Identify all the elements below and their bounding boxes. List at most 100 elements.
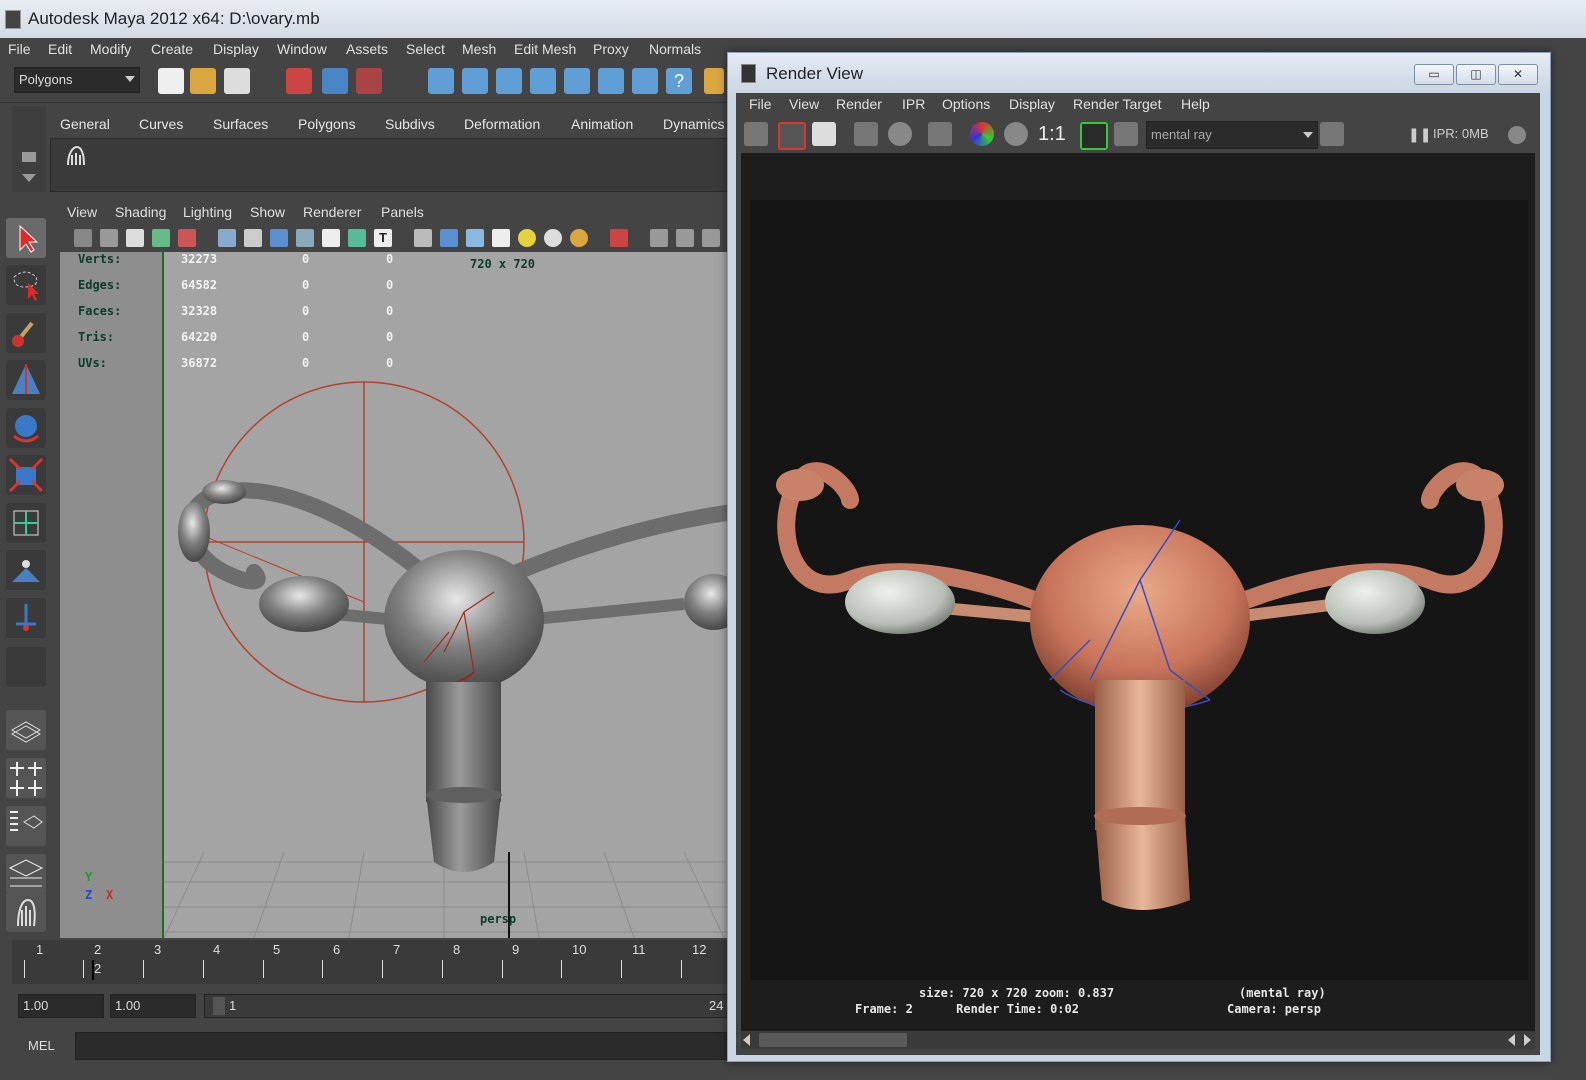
field-chart-icon[interactable]	[322, 229, 340, 247]
range-slider-bar[interactable]: 1 24	[204, 994, 734, 1018]
wireframe-icon[interactable]	[414, 229, 432, 247]
pause-icon[interactable]: ❚❚	[1408, 126, 1431, 143]
mel-label[interactable]: MEL	[28, 1038, 55, 1053]
single-pane-layout-icon[interactable]	[6, 710, 46, 750]
real-size-label[interactable]: 1:1	[1038, 123, 1066, 146]
render-region-icon[interactable]	[778, 122, 806, 150]
persp-graph-layout-icon[interactable]	[6, 854, 46, 894]
render-view-titlebar[interactable]: Render View ▭ ◫ ✕	[728, 53, 1550, 93]
safe-action-icon[interactable]	[348, 229, 366, 247]
snap-plane-icon[interactable]	[530, 68, 556, 94]
menu-create[interactable]: Create	[151, 41, 193, 57]
minimize-button[interactable]: ▭	[1414, 64, 1454, 85]
start-time-field[interactable]: 1.00	[18, 994, 104, 1018]
render-view-scrollbar[interactable]	[741, 1031, 1535, 1049]
lock-icon[interactable]	[704, 68, 724, 94]
render-view-canvas[interactable]: size: 720 x 720 zoom: 0.837 (mental ray)…	[741, 153, 1535, 1031]
smooth-shade-icon[interactable]	[440, 229, 458, 247]
menu-edit-mesh[interactable]: Edit Mesh	[514, 41, 576, 57]
panel-menu-lighting[interactable]: Lighting	[183, 204, 232, 220]
panel-menu-panels[interactable]: Panels	[381, 204, 424, 220]
menu-set-dropdown[interactable]: Polygons	[14, 67, 140, 93]
select-component-icon[interactable]	[356, 68, 382, 94]
shelf-menu-icon[interactable]	[22, 152, 36, 162]
persp-viewport[interactable]: Verts: 32273 0 0 Edges: 64582 0 0 Faces:…	[60, 252, 732, 938]
scale-tool-icon[interactable]	[6, 455, 46, 495]
rv-menu-options[interactable]: Options	[942, 96, 990, 112]
four-pane-layout-icon[interactable]	[6, 758, 46, 798]
menu-assets[interactable]: Assets	[346, 41, 388, 57]
wireframe-on-shaded-icon[interactable]	[466, 229, 484, 247]
bookmark-icon[interactable]	[100, 229, 118, 247]
shelf-collapse-icon[interactable]	[22, 174, 36, 182]
close-button[interactable]: ✕	[1498, 64, 1538, 85]
shadows-icon[interactable]	[570, 229, 588, 247]
renderer-dropdown[interactable]: mental ray	[1146, 121, 1318, 149]
new-scene-icon[interactable]	[158, 68, 184, 94]
menu-edit[interactable]: Edit	[48, 41, 72, 57]
range-slider-handle[interactable]	[213, 997, 225, 1015]
xray-icon[interactable]	[650, 229, 668, 247]
keep-image-icon[interactable]	[1080, 122, 1108, 150]
scroll-left-end-icon[interactable]	[1508, 1034, 1515, 1046]
resolution-gate-icon[interactable]	[270, 229, 288, 247]
open-scene-icon[interactable]	[190, 68, 216, 94]
mel-input[interactable]	[75, 1032, 737, 1060]
select-object-icon[interactable]	[322, 68, 348, 94]
menu-file[interactable]: File	[8, 41, 31, 57]
snap-curve-icon[interactable]	[462, 68, 488, 94]
save-scene-icon[interactable]	[224, 68, 250, 94]
menu-normals[interactable]: Normals	[649, 41, 701, 57]
panel-menu-view[interactable]: View	[67, 204, 97, 220]
xray-joints-icon[interactable]	[676, 229, 694, 247]
rv-menu-render-target[interactable]: Render Target	[1073, 96, 1161, 112]
menu-proxy[interactable]: Proxy	[593, 41, 629, 57]
tab-general[interactable]: General	[60, 116, 110, 132]
menu-display[interactable]: Display	[213, 41, 259, 57]
rv-menu-help[interactable]: Help	[1181, 96, 1210, 112]
isolate-select-icon[interactable]	[610, 229, 628, 247]
universal-manipulator-icon[interactable]	[6, 503, 46, 543]
snapshot-icon[interactable]	[812, 122, 836, 146]
alpha-channel-icon[interactable]	[1004, 122, 1028, 146]
menu-modify[interactable]: Modify	[90, 41, 131, 57]
soft-mod-tool-icon[interactable]	[6, 550, 46, 590]
default-lighting-icon[interactable]	[518, 229, 536, 247]
paint-select-tool-icon[interactable]	[6, 313, 46, 353]
render-diagnostics-icon[interactable]	[1320, 122, 1344, 146]
remove-image-icon[interactable]	[1114, 122, 1138, 146]
rv-menu-ipr[interactable]: IPR	[902, 96, 925, 112]
select-hierarchy-icon[interactable]	[286, 68, 312, 94]
gate-mask-icon[interactable]	[296, 229, 314, 247]
playback-start-field[interactable]: 1.00	[110, 994, 196, 1018]
snap-point-icon[interactable]	[496, 68, 522, 94]
film-gate-icon[interactable]	[244, 229, 262, 247]
safe-title-icon[interactable]: T	[374, 229, 392, 247]
menu-window[interactable]: Window	[277, 41, 327, 57]
select-tool-icon[interactable]	[6, 218, 46, 258]
maya-feather-icon[interactable]	[6, 892, 46, 932]
tab-polygons[interactable]: Polygons	[298, 116, 356, 132]
tab-surfaces[interactable]: Surfaces	[213, 116, 268, 132]
camera-attributes-icon[interactable]	[74, 229, 92, 247]
help-icon[interactable]: ?	[666, 68, 692, 94]
textured-icon[interactable]	[492, 229, 510, 247]
history-icon[interactable]	[632, 68, 658, 94]
scroll-thumb[interactable]	[759, 1033, 907, 1047]
redo-render-icon[interactable]	[744, 122, 768, 146]
grid-toggle-icon[interactable]	[218, 229, 236, 247]
ipr-render-icon[interactable]	[854, 122, 878, 146]
outliner-layout-icon[interactable]	[6, 806, 46, 846]
move-tool-icon[interactable]	[6, 360, 46, 400]
time-slider[interactable]: 1 2 3 4 5 6 7 8 9 10 11 12 2	[12, 940, 732, 984]
menu-select[interactable]: Select	[406, 41, 445, 57]
scroll-right-icon[interactable]	[1524, 1034, 1531, 1046]
menu-mesh[interactable]: Mesh	[462, 41, 496, 57]
render-settings-icon[interactable]	[928, 122, 952, 146]
all-lights-icon[interactable]	[544, 229, 562, 247]
panel-menu-renderer[interactable]: Renderer	[303, 204, 361, 220]
snap-grid-icon[interactable]	[428, 68, 454, 94]
rv-menu-file[interactable]: File	[749, 96, 772, 112]
tab-animation[interactable]: Animation	[571, 116, 633, 132]
panel-menu-show[interactable]: Show	[250, 204, 285, 220]
